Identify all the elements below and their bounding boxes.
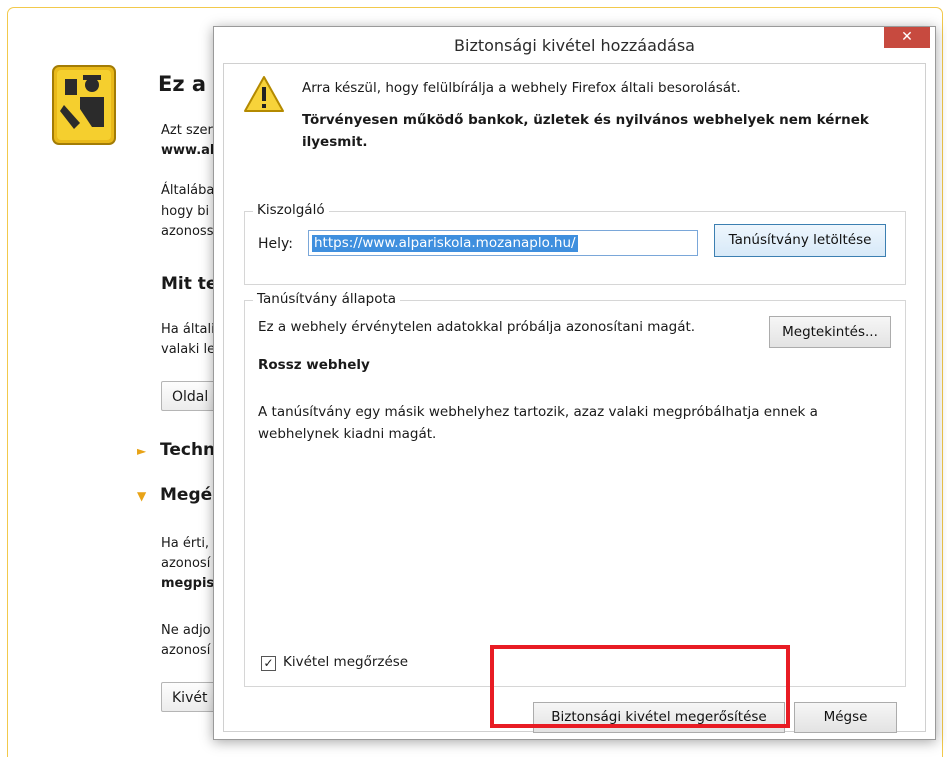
technical-details-toggle[interactable]: Techn	[160, 440, 215, 460]
page-title: Ez a	[158, 72, 207, 96]
body-text: Ha érti,	[161, 536, 210, 551]
view-certificate-button[interactable]: Megtekintés...	[769, 316, 891, 348]
add-security-exception-dialog: Biztonsági kivétel hozzáadása ✕ Arra kés…	[213, 26, 936, 740]
add-exception-button[interactable]: Kivét	[161, 682, 219, 712]
location-value: https://www.alpariskola.mozanaplo.hu/	[312, 235, 578, 252]
status-text: Ez a webhely érvénytelen adatokkal próbá…	[258, 319, 696, 335]
dialog-content: Arra készül, hogy felülbírálja a webhely…	[223, 63, 926, 733]
intro-site: www.al	[161, 143, 215, 158]
body-text: azonoss	[161, 224, 214, 239]
close-icon: ✕	[901, 29, 913, 45]
get-me-out-button[interactable]: Oldal	[161, 381, 220, 411]
body-text: valaki le	[161, 342, 216, 357]
cancel-button[interactable]: Mégse	[794, 702, 897, 733]
checkmark-icon: ✓	[263, 656, 274, 670]
expand-arrow-icon[interactable]: ►	[137, 444, 146, 458]
section-heading: Mit te	[161, 274, 218, 294]
understand-risks-toggle[interactable]: Megé	[160, 485, 212, 505]
location-input[interactable]: https://www.alpariskola.mozanaplo.hu/	[308, 230, 698, 256]
security-officer-icon	[52, 65, 116, 145]
bad-site-title: Rossz webhely	[258, 357, 370, 373]
certificate-status-label: Tanúsítvány állapota	[253, 291, 401, 307]
dialog-title: Biztonsági kivétel hozzáadása	[454, 36, 695, 55]
server-group-label: Kiszolgáló	[253, 202, 329, 218]
body-text: Ha általi	[161, 322, 215, 337]
intro-text: Azt szer	[161, 123, 213, 138]
body-text: azonosí	[161, 643, 211, 658]
permanent-exception-checkbox[interactable]: ✓	[261, 656, 276, 671]
warning-icon	[244, 76, 284, 112]
body-text: Általába	[161, 183, 215, 198]
bad-site-description: A tanúsítvány egy másik webhelyhez tarto…	[258, 404, 818, 442]
body-text: azonosí	[161, 556, 211, 571]
permanent-exception-label[interactable]: Kivétel megőrzése	[283, 654, 408, 670]
collapse-arrow-icon[interactable]: ▼	[137, 489, 146, 503]
body-text: megpis	[161, 576, 215, 591]
warning-message: Törvényesen működő bankok, üzletek és ny…	[302, 112, 869, 150]
body-text: Ne adjo	[161, 623, 211, 638]
location-label: Hely:	[258, 236, 294, 252]
body-text: hogy bi	[161, 204, 210, 219]
annotation-highlight-box	[490, 645, 790, 728]
get-certificate-button[interactable]: Tanúsítvány letöltése	[714, 224, 886, 257]
close-button[interactable]: ✕	[884, 27, 930, 48]
dialog-titlebar[interactable]: Biztonsági kivétel hozzáadása ✕	[214, 27, 935, 63]
override-message: Arra készül, hogy felülbírálja a webhely…	[302, 80, 741, 96]
